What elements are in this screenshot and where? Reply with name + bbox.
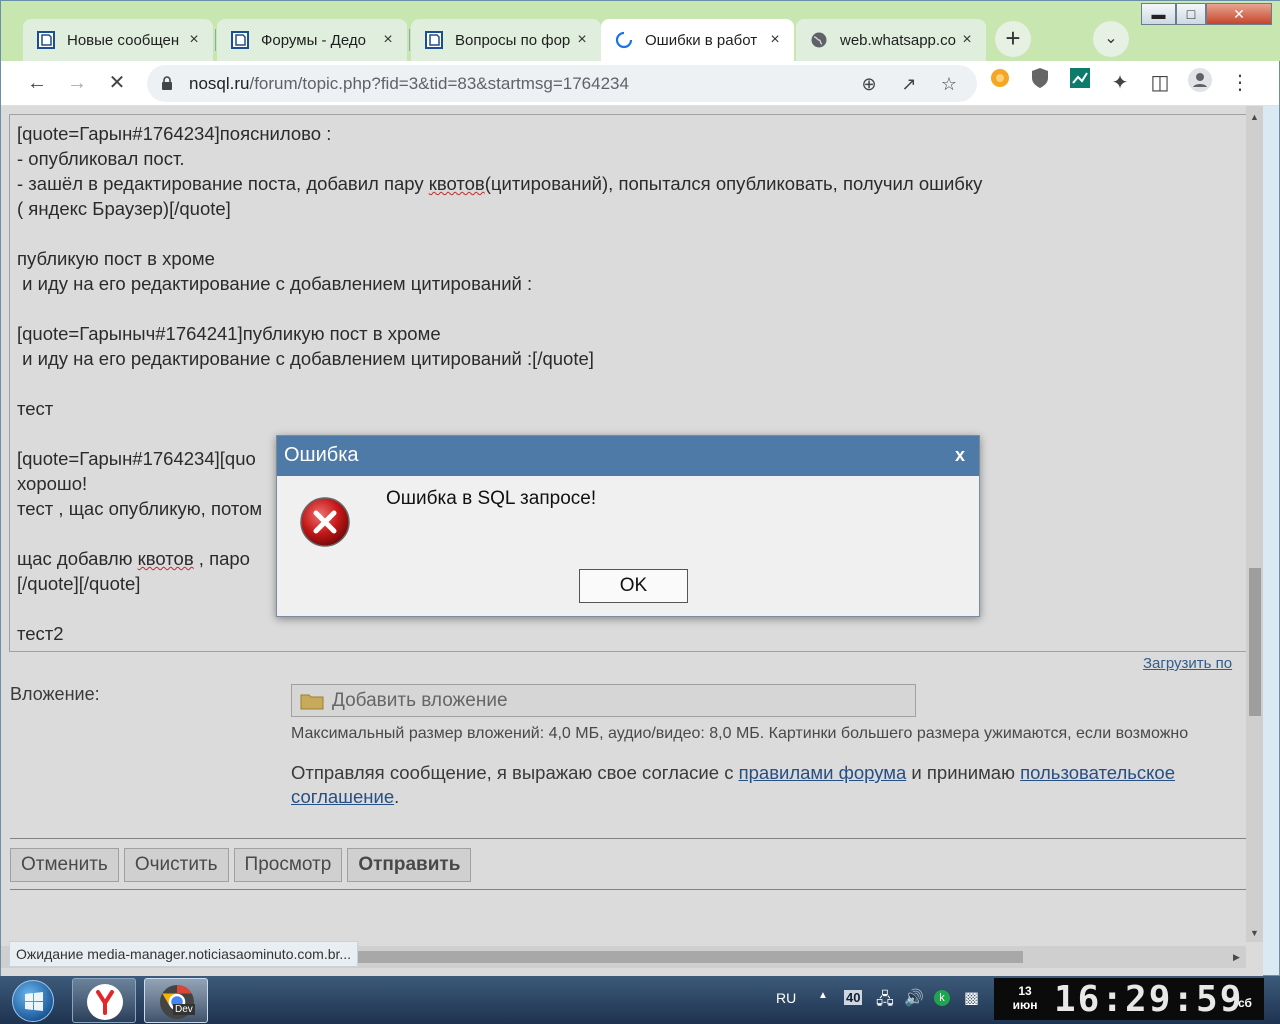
tab-forum-questions[interactable]: Вопросы по фор × xyxy=(411,19,601,61)
tab-title: Ошибки в работ xyxy=(645,31,758,49)
status-bar: Ожидание media-manager.noticiasaominuto.… xyxy=(9,941,359,967)
stop-loading-icon[interactable]: ✕ xyxy=(101,67,133,99)
loading-spinner-icon xyxy=(615,31,633,49)
tab-close-icon[interactable]: × xyxy=(573,31,591,49)
window-close-button[interactable]: ✕ xyxy=(1206,3,1272,25)
tab-forums[interactable]: Форумы - Дедо × xyxy=(217,19,407,61)
clock-time: 16:29:59 xyxy=(1054,979,1244,1020)
tab-title: web.whatsapp.co xyxy=(840,31,956,49)
tray-expand-icon[interactable]: ▲ xyxy=(818,990,828,1001)
dialog-header: Ошибка x xyxy=(277,436,979,476)
tab-close-icon[interactable]: × xyxy=(766,31,784,49)
windows-logo-icon xyxy=(25,992,43,1011)
chrome-dev-icon xyxy=(160,985,194,1019)
url-host: nosql.ru xyxy=(189,74,250,93)
tab-title: Вопросы по фор xyxy=(455,31,571,49)
extensions-puzzle-icon[interactable]: ✦ xyxy=(1104,67,1136,99)
browser-window: Новые сообщен × Форумы - Дедо × Вопросы … xyxy=(0,0,1280,976)
taskbar: Dev RU ▲ 40 🖧 🔊 k ▩ 13 июн 16:29:59 сб xyxy=(0,976,1280,1024)
forward-arrow-icon[interactable]: → xyxy=(61,67,93,99)
forum-favicon xyxy=(425,31,443,49)
tab-search-button[interactable]: ⌄ xyxy=(1093,21,1129,57)
error-dialog: Ошибка x Ошибка в SQL запросе! OK xyxy=(276,435,980,617)
zoom-icon[interactable]: ⊕ xyxy=(856,71,882,97)
tab-title: Новые сообщен xyxy=(67,31,180,49)
dialog-close-button[interactable]: x xyxy=(955,436,965,474)
share-icon[interactable]: ↗ xyxy=(896,71,922,97)
menu-kebab-icon[interactable]: ⋮ xyxy=(1224,67,1256,99)
system-tray: RU ▲ 40 🖧 🔊 k ▩ xyxy=(770,976,990,1024)
clock-date: 13 июн xyxy=(1010,984,1040,1012)
chrome-dev-badge: Dev xyxy=(173,1004,195,1015)
side-panel-icon[interactable]: ◫ xyxy=(1144,67,1176,99)
dialog-title: Ошибка xyxy=(284,444,359,466)
taskbar-yandex-browser[interactable] xyxy=(72,978,136,1023)
clock-month: июн xyxy=(1012,998,1038,1012)
globe-icon xyxy=(811,32,827,48)
lock-icon xyxy=(162,76,172,90)
taskbar-chrome-dev[interactable]: Dev xyxy=(144,978,208,1023)
tab-title: Форумы - Дедо xyxy=(261,31,366,49)
browser-toolbar: ← → ✕ nosql.ru/forum/topic.php?fid=3&tid… xyxy=(1,61,1279,106)
clock-widget[interactable]: 13 июн 16:29:59 сб xyxy=(994,978,1264,1020)
tab-close-icon[interactable]: × xyxy=(958,31,976,49)
tab-close-icon[interactable]: × xyxy=(379,31,397,49)
green-extension-icon[interactable] xyxy=(1064,67,1096,99)
forum-favicon xyxy=(37,31,55,49)
shield-extension-icon[interactable] xyxy=(1024,67,1056,99)
display-icon[interactable]: ▩ xyxy=(964,988,979,1008)
clock-weekday: сб xyxy=(1238,996,1252,1010)
tab-strip: Новые сообщен × Форумы - Дедо × Вопросы … xyxy=(1,1,1280,61)
start-button[interactable] xyxy=(12,980,54,1022)
back-arrow-icon[interactable]: ← xyxy=(21,67,53,99)
tab-separator xyxy=(409,29,410,51)
tab-new-messages[interactable]: Новые сообщен × xyxy=(23,19,213,61)
orange-extension-icon[interactable] xyxy=(984,67,1016,99)
tray-counter-badge[interactable]: 40 xyxy=(844,990,863,1005)
url-text[interactable]: nosql.ru/forum/topic.php?fid=3&tid=83&st… xyxy=(189,74,629,94)
tab-errors-active[interactable]: Ошибки в работ × xyxy=(601,19,794,61)
bookmark-star-icon[interactable]: ☆ xyxy=(936,71,962,97)
new-tab-button[interactable]: + xyxy=(995,21,1031,57)
tab-close-icon[interactable]: × xyxy=(185,31,203,49)
language-indicator[interactable]: RU xyxy=(776,990,796,1006)
ok-button[interactable]: OK xyxy=(579,569,688,603)
dialog-message: Ошибка в SQL запросе! xyxy=(386,488,597,509)
error-icon xyxy=(300,497,350,547)
address-bar[interactable]: nosql.ru/forum/topic.php?fid=3&tid=83&st… xyxy=(147,65,977,102)
kaspersky-icon[interactable]: k xyxy=(934,990,950,1006)
yandex-browser-icon xyxy=(87,984,123,1020)
maximize-button[interactable]: □ xyxy=(1176,3,1206,25)
volume-icon[interactable]: 🔊 xyxy=(904,988,924,1008)
forum-favicon xyxy=(231,31,249,49)
profile-avatar-icon[interactable] xyxy=(1184,67,1216,99)
clock-day-number: 13 xyxy=(1018,984,1032,998)
url-path: /forum/topic.php?fid=3&tid=83&startmsg=1… xyxy=(249,74,629,93)
minimize-button[interactable]: ▬ xyxy=(1141,3,1176,25)
tab-separator xyxy=(215,29,216,51)
network-icon[interactable]: 🖧 xyxy=(876,988,894,1015)
tab-whatsapp[interactable]: web.whatsapp.co × xyxy=(796,19,986,61)
